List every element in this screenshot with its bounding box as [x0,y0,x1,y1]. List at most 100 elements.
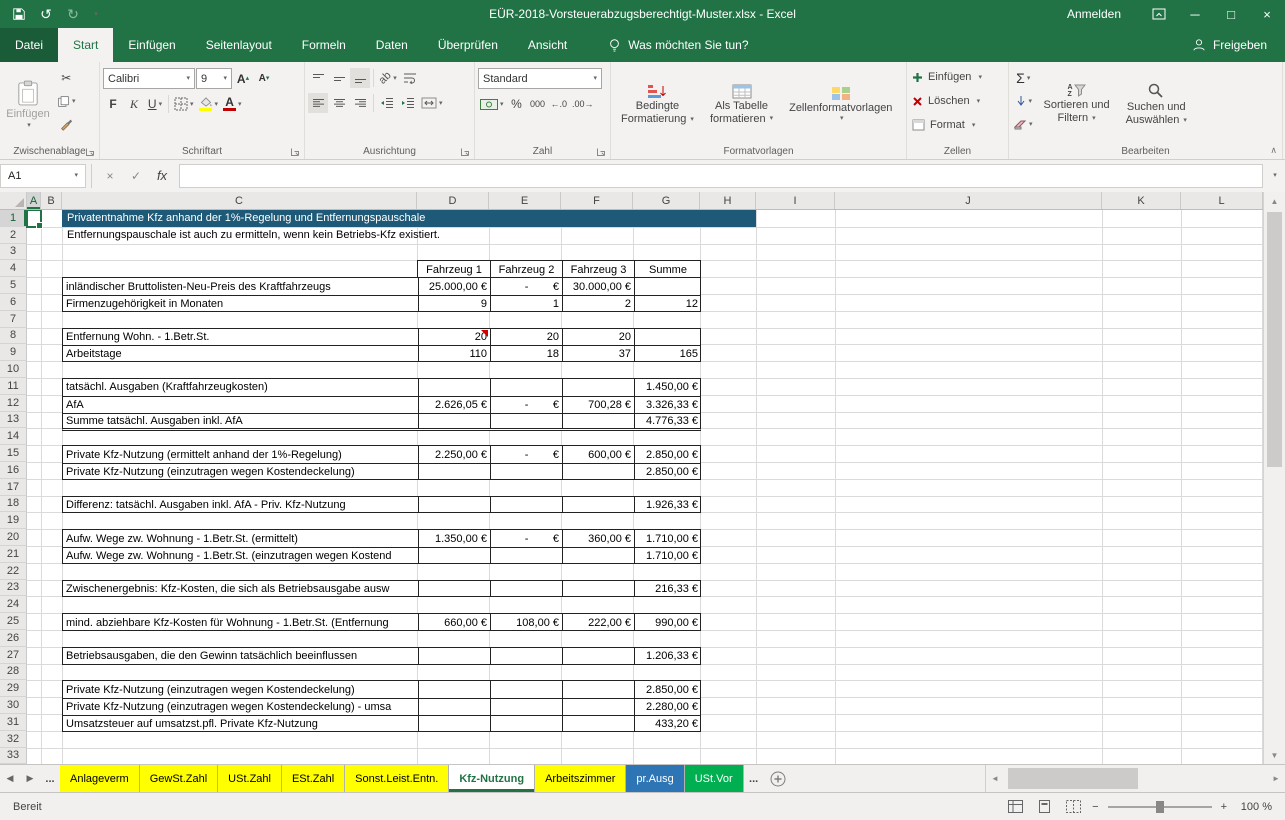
cell-D18[interactable] [418,497,490,514]
cell-G30[interactable]: 2.280,00 € [634,698,701,715]
cell-G25[interactable]: 990,00 € [634,614,701,631]
row-header-26[interactable]: 26 [0,630,27,647]
row-header-33[interactable]: 33 [0,748,27,764]
tab-daten[interactable]: Daten [361,28,423,62]
row-header-24[interactable]: 24 [0,596,27,613]
cell-E23[interactable] [490,581,562,598]
row-header-21[interactable]: 21 [0,546,27,563]
sheet-nav-left-icon[interactable]: ◀ [0,765,20,792]
cell-E6[interactable]: 1 [490,295,562,312]
save-icon[interactable] [6,2,32,26]
sort-filter-button[interactable]: AZ Sortieren und Filtern▾ [1037,65,1117,143]
name-box[interactable]: A1▾ [0,164,86,188]
ribbon-display-options-icon[interactable] [1141,0,1177,28]
cell-E27[interactable] [490,648,562,665]
row-header-32[interactable]: 32 [0,731,27,748]
cell-E29[interactable] [490,681,562,698]
font-name-select[interactable]: Calibri▾ [103,68,195,89]
cell-E12[interactable]: - € [490,396,562,413]
cell-G21[interactable]: 1.710,00 € [634,547,701,564]
row-header-17[interactable]: 17 [0,479,27,496]
row-header-4[interactable]: 4 [0,260,27,277]
new-sheet-button[interactable] [764,765,792,792]
undo-icon[interactable]: ↺ [33,2,59,26]
tab-start[interactable]: Start [58,28,113,62]
cell-F13[interactable] [562,413,634,430]
format-painter-button[interactable] [55,114,78,134]
format-as-table-button[interactable]: Als Tabelle formatieren▾ [703,65,780,143]
cell-C15[interactable]: Private Kfz-Nutzung (ermittelt anhand de… [63,446,418,463]
close-button[interactable]: × [1249,0,1285,28]
cell-F20[interactable]: 360,00 € [562,530,634,547]
cell-F6[interactable]: 2 [562,295,634,312]
minimize-button[interactable]: ─ [1177,0,1213,28]
share-button[interactable]: Freigeben [1174,28,1285,62]
autosum-button[interactable]: Σ▾ [1012,68,1035,88]
row-header-14[interactable]: 14 [0,428,27,445]
bold-button[interactable]: F [103,94,123,114]
cell-F15[interactable]: 600,00 € [562,446,634,463]
normal-view-icon[interactable] [1005,798,1025,816]
formula-bar-expand-icon[interactable]: ▾ [1263,164,1285,188]
sheet-overflow-left[interactable]: ... [40,765,60,792]
horizontal-scroll-thumb[interactable] [1008,768,1138,789]
row-header-23[interactable]: 23 [0,580,27,597]
cell-G20[interactable]: 1.710,00 € [634,530,701,547]
dialog-launcher-icon[interactable] [460,147,470,157]
cell-F11[interactable] [562,379,634,396]
cell-C31[interactable]: Umsatzsteuer auf umsatzst.pfl. Private K… [63,715,418,732]
copy-button[interactable]: ▾ [55,91,78,111]
row-header-3[interactable]: 3 [0,244,27,261]
insert-cells-button[interactable]: Einfügen▾ [910,67,1005,87]
cell-C16[interactable]: Private Kfz-Nutzung (einzutragen wegen K… [63,463,418,480]
zoom-slider[interactable] [1108,806,1212,808]
cell-D11[interactable] [418,379,490,396]
tab-seitenlayout[interactable]: Seitenlayout [191,28,287,62]
cell-E8[interactable]: 20 [490,329,562,346]
align-bottom-button[interactable] [350,68,370,88]
cell-G8[interactable] [634,329,701,346]
cell-D29[interactable] [418,681,490,698]
cell-F5[interactable]: 30.000,00 € [562,278,634,295]
row-header-27[interactable]: 27 [0,647,27,664]
fill-color-button[interactable]: ▾ [197,94,221,114]
cell-D31[interactable] [418,715,490,732]
cell-F30[interactable] [562,698,634,715]
currency-format-button[interactable]: ▾ [478,94,506,114]
borders-button[interactable]: ▾ [172,94,196,114]
cell-E13[interactable] [490,413,562,430]
increase-indent-button[interactable] [398,93,418,113]
row-header-13[interactable]: 13 [0,412,27,429]
paste-button[interactable]: Einfügen ▾ [3,65,53,143]
underline-button[interactable]: U▾ [145,94,165,114]
zoom-out-icon[interactable]: − [1092,801,1098,813]
cell-styles-button[interactable]: Zellenformatvorlagen ▾ [782,65,899,143]
insert-function-icon[interactable]: fx [149,164,175,188]
column-header-L[interactable]: L [1181,192,1263,209]
cell-E21[interactable] [490,547,562,564]
sheet-tab-USt.Zahl[interactable]: USt.Zahl [218,765,282,792]
cell-D5[interactable]: 25.000,00 € [418,278,490,295]
formula-input[interactable] [179,164,1263,188]
scroll-right-icon[interactable]: ► [1267,765,1285,792]
horizontal-scrollbar[interactable]: ◄ ► [985,765,1285,792]
row-header-15[interactable]: 15 [0,445,27,462]
sheet-nav-right-icon[interactable]: ▶ [20,765,40,792]
dialog-launcher-icon[interactable] [596,147,606,157]
redo-icon[interactable]: ↻ [60,2,86,26]
cell-F23[interactable] [562,581,634,598]
tab-einfuegen[interactable]: Einfügen [113,28,190,62]
cell-D4[interactable]: Fahrzeug 1 [418,261,490,278]
sheet-tab-GewSt.Zahl[interactable]: GewSt.Zahl [140,765,218,792]
cell-G27[interactable]: 1.206,33 € [634,648,701,665]
cell-G29[interactable]: 2.850,00 € [634,681,701,698]
cell-G23[interactable]: 216,33 € [634,581,701,598]
column-header-A[interactable]: A [27,192,41,209]
percent-format-button[interactable]: % [507,94,527,114]
italic-button[interactable]: K [124,94,144,114]
cell-E30[interactable] [490,698,562,715]
cell-C9[interactable]: Arbeitstage [63,345,418,362]
wrap-text-button[interactable] [400,68,420,88]
cell-F4[interactable]: Fahrzeug 3 [562,261,634,278]
font-color-button[interactable]: A ▾ [221,94,244,114]
